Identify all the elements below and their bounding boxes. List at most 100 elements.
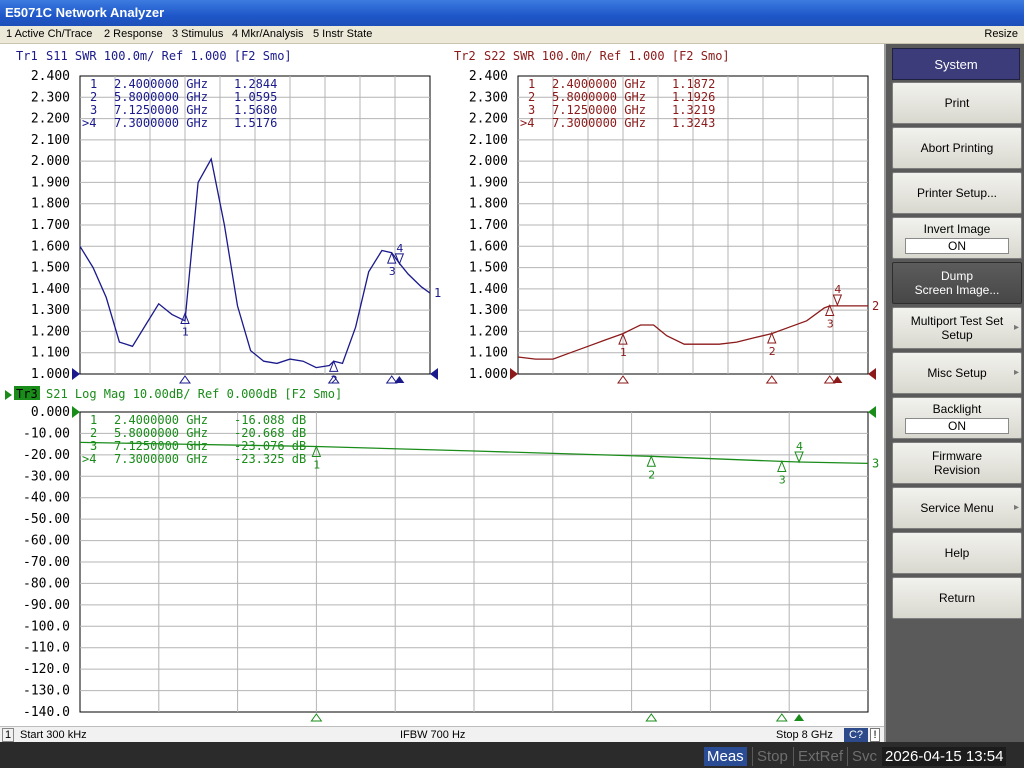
help-button[interactable]: Help (892, 532, 1022, 574)
service-menu-button[interactable]: Service Menu ▸ (892, 487, 1022, 529)
channel-number[interactable]: 1 (2, 728, 14, 742)
menu-resize[interactable]: Resize (984, 28, 1018, 40)
tr3-end-label: 3 (872, 456, 879, 470)
multiport-test-set-setup-button[interactable]: Multiport Test Set Setup ▸ (892, 307, 1022, 349)
tr3-stim-marker-3-icon (775, 713, 788, 722)
warning-badge: ! (870, 728, 880, 742)
backlight-label: Backlight (932, 402, 982, 416)
abort-printing-button[interactable]: Abort Printing (892, 127, 1022, 169)
tr1-marker-table-freq: 2.4000000 GHz (114, 77, 208, 91)
tr3-stim-marker-1-icon (310, 713, 323, 722)
tr3-ref-pointer-left (72, 406, 80, 418)
tr2-ref-pointer-right (868, 368, 876, 380)
tr1-y-tick-label: 1.200 (31, 324, 70, 339)
tr2-y-tick-label: 1.400 (469, 282, 508, 297)
service-menu-label: Service Menu (920, 501, 994, 515)
tr1-y-tick-label: 2.400 (31, 69, 70, 84)
tr3-marker-4-label: 4 (796, 440, 803, 453)
print-button[interactable]: Print (892, 82, 1022, 124)
menu-bar: 1 Active Ch/Trace 2 Response 3 Stimulus … (0, 26, 1024, 44)
tr3-y-tick-label: -100.0 (23, 619, 70, 634)
tr3-active-pointer (5, 390, 12, 400)
return-label: Return (938, 591, 976, 605)
invert-image-label: Invert Image (923, 222, 991, 236)
tr1-y-tick-label: 1.600 (31, 239, 70, 254)
ifbw-value[interactable]: IFBW 700 Hz (400, 729, 465, 741)
tr1-marker-table-value: 1.5176 (234, 116, 277, 130)
tr2-y-tick-label: 2.400 (469, 69, 508, 84)
tr2-marker-table-value: 1.3219 (672, 103, 715, 117)
tr1-y-tick-label: 1.400 (31, 282, 70, 297)
submenu-arrow-icon: ▸ (1013, 367, 1019, 378)
tr3-y-tick-label: -60.00 (23, 534, 70, 549)
menu-active-ch-trace[interactable]: 1 Active Ch/Trace (6, 28, 92, 40)
menu-response[interactable]: 2 Response (104, 28, 163, 40)
tr2-y-tick-label: 1.300 (469, 303, 508, 318)
tr1-y-tick-label: 1.300 (31, 303, 70, 318)
tr2-marker-1-label: 1 (620, 346, 627, 359)
tr2-y-tick-label: 1.800 (469, 197, 508, 212)
tr1-y-tick-label: 1.900 (31, 175, 70, 190)
stop-frequency[interactable]: Stop 8 GHz (776, 729, 833, 741)
tr1-stim-marker-1-icon (179, 375, 191, 384)
tr2-end-label: 2 (872, 299, 879, 313)
tr3-y-tick-label: -80.00 (23, 576, 70, 591)
tr2-marker-table-freq: 2.4000000 GHz (552, 77, 646, 91)
tr1-marker-table-freq: 7.1250000 GHz (114, 103, 208, 117)
tr3-y-ticks: 0.000 -10.00 -20.00 -30.00 -40.00 -50.00 -60.0… (23, 405, 70, 720)
tr1-marker-4-label: 4 (396, 242, 403, 255)
tr3-marker-table-id: >4 (82, 452, 96, 466)
dump-screen-image-button[interactable]: Dump Screen Image... (892, 262, 1022, 304)
tr3-marker-table-freq: 5.8000000 GHz (114, 426, 208, 440)
tr2-y-tick-label: 2.100 (469, 133, 508, 148)
tr3-marker-table-id: 3 (90, 439, 97, 453)
tr2-stim-marker-2-icon (765, 375, 778, 384)
submenu-arrow-icon: ▸ (1013, 322, 1019, 333)
tr2-marker-table-id: 1 (528, 77, 535, 91)
tr3-ref-pointer-right (868, 406, 876, 418)
menu-stimulus[interactable]: 3 Stimulus (172, 28, 223, 40)
misc-setup-button[interactable]: Misc Setup ▸ (892, 352, 1022, 394)
tr3-y-tick-label: -30.00 (23, 469, 70, 484)
tr3-marker-table-id: 1 (90, 413, 97, 427)
menu-mkr-analysis[interactable]: 4 Mkr/Analysis (232, 28, 304, 40)
tr3-y-tick-label: -70.00 (23, 555, 70, 570)
tr3-y-tick-label: -110.0 (23, 641, 70, 656)
menu-instr-state[interactable]: 5 Instr State (313, 28, 372, 40)
start-frequency[interactable]: Start 300 kHz (20, 729, 87, 741)
tr2-y-ticks: 2.400 2.300 2.200 2.100 2.000 1.900 1.800 1.700… (469, 69, 508, 382)
tr3-y-tick-label: -50.00 (23, 512, 70, 527)
tr1-y-ticks: 2.400 2.300 2.200 2.100 2.000 1.900 1.800 1.700… (31, 69, 70, 382)
printer-setup-button[interactable]: Printer Setup... (892, 172, 1022, 214)
misc-setup-label: Misc Setup (927, 366, 987, 380)
tr2-marker-3-label: 3 (827, 317, 834, 330)
tr1-header: S11 SWR 100.0m/ Ref 1.000 [F2 Smo] (46, 49, 292, 63)
printer-setup-label: Printer Setup... (916, 186, 998, 200)
firmware-revision-button[interactable]: Firmware Revision (892, 442, 1022, 484)
tr1-marker-table-value: 1.5680 (234, 103, 277, 117)
tr3-y-tick-label: 0.000 (31, 405, 70, 420)
tr1-marker-table-freq: 7.3000000 GHz (114, 116, 208, 130)
tr2-y-tick-label: 1.200 (469, 324, 508, 339)
tr1-marker-1-label: 1 (182, 325, 189, 338)
tr1-marker-table-value: 1.2844 (234, 77, 277, 91)
tr1-marker-table-id: >4 (82, 116, 96, 130)
return-button[interactable]: Return (892, 577, 1022, 619)
tr3-y-tick-label: -40.00 (23, 491, 70, 506)
tr3-y-tick-label: -10.00 (23, 426, 70, 441)
firmware-label-line2: Revision (933, 463, 981, 477)
tr3-marker-3-label: 3 (779, 473, 786, 486)
invert-image-button[interactable]: Invert Image ON (892, 217, 1022, 259)
tr1-marker-table-id: 1 (90, 77, 97, 91)
tr2-marker-table-id: >4 (520, 116, 534, 130)
tr3-y-tick-label: -120.0 (23, 662, 70, 677)
tr2-marker-table-freq: 5.8000000 GHz (552, 90, 646, 104)
tr3-header: S21 Log Mag 10.00dB/ Ref 0.000dB [F2 Smo… (46, 387, 342, 401)
tr1-y-tick-label: 1.000 (31, 367, 70, 382)
multiport-label-line2: Setup (941, 328, 973, 342)
multiport-label-line1: Multiport Test Set (910, 314, 1004, 328)
backlight-button[interactable]: Backlight ON (892, 397, 1022, 439)
cal-status-badge: C? (844, 728, 868, 742)
tr1-y-tick-label: 1.800 (31, 197, 70, 212)
tr2-marker-table-id: 2 (528, 90, 535, 104)
